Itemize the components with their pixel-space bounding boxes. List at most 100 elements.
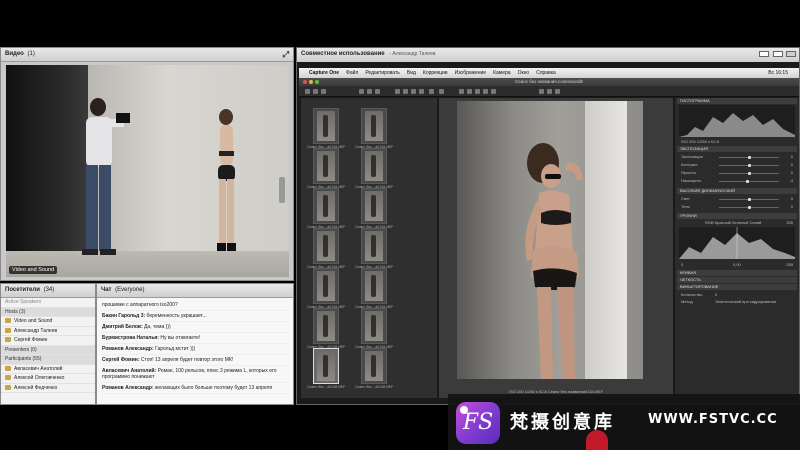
toolbar-tool-icon[interactable] [395,89,400,94]
toolbar-tool-icon[interactable] [411,89,416,94]
menu-item[interactable]: Редактировать [365,70,400,76]
section-hdr[interactable]: ВЫСОКИЙ ДИНАМИЧЕСКИЙ [677,188,797,194]
thumbnail-caption: Сеанс без... а0138.NEF [307,385,346,389]
thumbnail[interactable] [313,188,339,224]
toolbar-tool-icon[interactable] [429,89,434,94]
toolbar-tool-icon[interactable] [313,89,318,94]
toolbar-tool-icon[interactable] [555,89,560,94]
zoom-dot-icon[interactable] [315,80,319,84]
toolbar-tool-icon[interactable] [305,89,310,94]
expand-icon[interactable]: ⤢ [283,50,289,60]
slider-knob[interactable] [747,164,751,167]
thumbnail[interactable] [361,108,387,144]
video-side-controls[interactable] [279,177,285,203]
chat-author: Дмитрий Белов: [102,323,143,330]
user-icon [5,365,11,371]
window-size-medium-icon[interactable] [773,51,783,57]
chat-scope[interactable]: (Everyone) [115,287,144,293]
section-curve[interactable]: КРИВАЯ [677,270,797,276]
slider-knob[interactable] [747,206,751,209]
toolbar-tool-icon[interactable] [419,89,424,94]
toolbar-tool-icon[interactable] [321,89,326,94]
slider-knob[interactable] [745,180,749,183]
slider-track[interactable] [719,181,779,182]
toolbar-tool-icon[interactable] [359,89,364,94]
toolbar-tool-icon[interactable] [539,89,544,94]
menu-item[interactable]: Capture One [309,70,339,76]
menu-item[interactable]: Изображение [455,70,487,76]
toolbar-tool-icon[interactable] [491,89,496,94]
attendee-row[interactable]: Active Speakers [1,298,95,308]
slider-label: Яркость [681,170,697,175]
toolbar-tool-icon[interactable] [439,89,444,94]
window-size-small-icon[interactable] [759,51,769,57]
attendee-row[interactable]: Александр Талеев [1,327,95,336]
thumbnail[interactable] [361,148,387,184]
minimize-dot-icon[interactable] [309,80,313,84]
attendee-row[interactable]: Алексей Олеговченко [1,374,95,384]
attendee-row[interactable]: Presenters (0) [1,345,95,355]
section-levels[interactable]: УРОВНИ [677,213,797,219]
slider-knob[interactable] [747,198,751,201]
thumbnail[interactable] [313,108,339,144]
slider-value: 0 [790,196,793,201]
slider-knob[interactable] [747,156,751,159]
thumbnail[interactable] [313,148,339,184]
levels-channel-mode[interactable]: RGB Красный Зеленый Синий [705,220,761,225]
section-histogram[interactable]: ГИСТОГРАММА [677,98,797,104]
video-feed[interactable]: Video and Sound [6,65,289,277]
user-icon [5,384,11,390]
toolbar-tool-icon[interactable] [459,89,464,94]
toolbar-tool-icon[interactable] [467,89,472,94]
histogram-graph [679,105,795,137]
thumbnail[interactable] [313,268,339,304]
screen: Видео (1) ⤢ Video and Sound Посетители (… [0,0,800,450]
toolbar-tool-icon[interactable] [483,89,488,94]
window-size-large-icon[interactable] [786,51,796,57]
toolbar-tool-icon[interactable] [375,89,380,94]
menu-item[interactable]: Камера [493,70,510,76]
thumbnail[interactable] [313,228,339,264]
section-vignette[interactable]: ВИНЬЕТИРОВАНИЕ [677,284,797,290]
menu-item[interactable]: Окно [518,70,530,76]
menu-item[interactable]: Коррекции [423,70,448,76]
toolbar-tool-icon[interactable] [367,89,372,94]
menu-item[interactable]: Справка [536,70,556,76]
attendee-row[interactable]: Авласевич Анатолий [1,365,95,374]
toolbar-tool-icon[interactable] [403,89,408,94]
record-button[interactable] [586,430,608,450]
chat-messages[interactable]: прошивке с аппаратного iso200? Бакин Гаро… [102,300,290,403]
toolbar-tool-icon[interactable] [547,89,552,94]
thumbnail[interactable] [361,348,387,384]
chat-message: Романов Александр: желающих было больше … [102,383,290,395]
image-viewer[interactable]: ISO 200 1/250 s f/2.8 Сеанс без названия… [439,98,673,398]
vignette-value[interactable]: Элиптический при кадрировании [715,299,776,304]
section-exposure[interactable]: ЭКСПОЗИЦИЯ [677,146,797,152]
close-dot-icon[interactable] [303,80,307,84]
attendee-row[interactable]: Hosts (3) [1,307,95,317]
attendee-row[interactable]: Сергей Фомин [1,336,95,346]
attendees-title: Посетители [5,287,40,293]
section-clarity[interactable]: ЧЕТКОСТЬ [677,277,797,283]
attendee-row[interactable]: Алексей Федченко [1,384,95,393]
thumbnail[interactable] [361,228,387,264]
thumbnail[interactable] [361,188,387,224]
video-panel-header: Видео (1) ⤢ [1,48,293,62]
attendee-row[interactable]: Participants (55) [1,355,95,365]
chat-message: Дмитрий Белов: Да, тема ))) [102,322,290,333]
attendee-row[interactable]: Video and Sound [1,317,95,327]
attendee-name: Сергей Фомин [14,337,48,343]
menu-item[interactable]: Вид [407,70,416,76]
histogram-info: ISO 200 1/250 s f/2.8 [681,139,719,144]
vignette-value[interactable]: 0 [715,292,717,297]
thumbnail[interactable] [361,268,387,304]
toolbar-tool-icon[interactable] [475,89,480,94]
slider-label: Контраст [681,162,698,167]
thumbnail[interactable] [313,308,339,344]
menu-item[interactable]: Файл [346,70,358,76]
thumbnail-figure [323,355,328,377]
thumbnail[interactable] [361,308,387,344]
slider-knob[interactable] [747,172,751,175]
thumbnail[interactable] [313,348,339,384]
image-browser[interactable]: Сеанс без... а0138.NEF Сеанс без... а0138… [301,98,437,398]
